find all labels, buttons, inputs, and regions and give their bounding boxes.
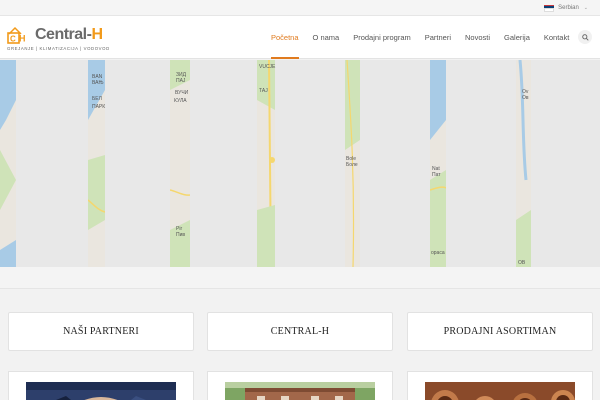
nav-item-pocetna[interactable]: Početna [264,16,306,59]
logo-mark-icon: C H [7,26,26,44]
nav-item-galerija[interactable]: Galerija [497,16,537,59]
map-label: ВАЊ [92,80,104,86]
svg-text:H: H [19,34,26,44]
nav-item-novosti[interactable]: Novosti [458,16,497,59]
serbia-flag-icon [544,4,555,12]
logo-name-accent: H [91,26,103,43]
map-label: Боле [346,162,358,168]
language-label: Serbian [558,5,579,11]
map-strip [0,60,16,267]
nav-item-prodajni-program[interactable]: Prodajni program [346,16,418,59]
logo-text: Central-H [35,26,103,44]
map-strip [430,60,446,267]
chevron-down-icon: ⌄ [583,5,588,11]
building-image [225,382,375,400]
map-label: ВУЧИ [175,90,189,96]
google-map[interactable]: BAN ВАЊ ЗИД ПАЈ ВУЧИ VUCJE ТАЈ БЕЛ КУЛА … [0,60,600,267]
section-divider [0,267,600,289]
card-central-h[interactable]: CENTRAL-H [207,312,393,351]
nav-item-o-nama[interactable]: O nama [306,16,347,59]
feature-cards: NAŠI PARTNERI CENTRAL-H PRODAJNI ASORTIM… [0,289,600,400]
svg-text:C: C [10,35,16,44]
map-label: VUCJE [259,64,276,70]
products-image[interactable] [407,371,593,400]
map-label: Пат [432,172,441,178]
company-image[interactable] [207,371,393,400]
map-label: КУЛА [174,98,187,104]
map-label: ПАЈ [176,78,186,84]
copper-pipes-image [425,382,575,400]
map-label: ПАРК [92,104,106,110]
logo[interactable]: C H Central-H GREJANJE | KLIMATIZACIJA |… [7,25,119,53]
main-nav: Početna O nama Prodajni program Partneri… [264,16,576,59]
partners-image[interactable] [8,371,194,400]
nav-item-partneri[interactable]: Partneri [418,16,458,59]
logo-name: Central- [35,26,92,43]
language-selector[interactable]: Serbian ⌄ [544,2,588,14]
map-label: Ов [522,95,529,101]
site-header: C H Central-H GREJANJE | KLIMATIZACIJA |… [0,16,600,59]
search-icon [581,33,589,41]
map-label: OB [518,260,526,266]
map-label: opaca [431,250,445,256]
logo-tagline: GREJANJE | KLIMATIZACIJA | VODOVOD [7,46,110,51]
card-prodajni-asortiman[interactable]: PRODAJNI ASORTIMAN [407,312,593,351]
card-title: CENTRAL-H [270,326,330,337]
card-title: NAŠI PARTNERI [63,326,139,337]
map-strip [88,60,105,267]
card-title: PRODAJNI ASORTIMAN [443,326,557,337]
top-bar: Serbian ⌄ [0,0,600,16]
search-button[interactable] [578,30,592,44]
map-label: Пив [176,232,186,238]
map-label: БЕЛ [92,96,102,102]
nav-item-kontakt[interactable]: Kontakt [537,16,576,59]
map-label: ТАЈ [259,88,268,94]
handshake-image [26,382,176,400]
card-nasi-partneri[interactable]: NAŠI PARTNERI [8,312,194,351]
